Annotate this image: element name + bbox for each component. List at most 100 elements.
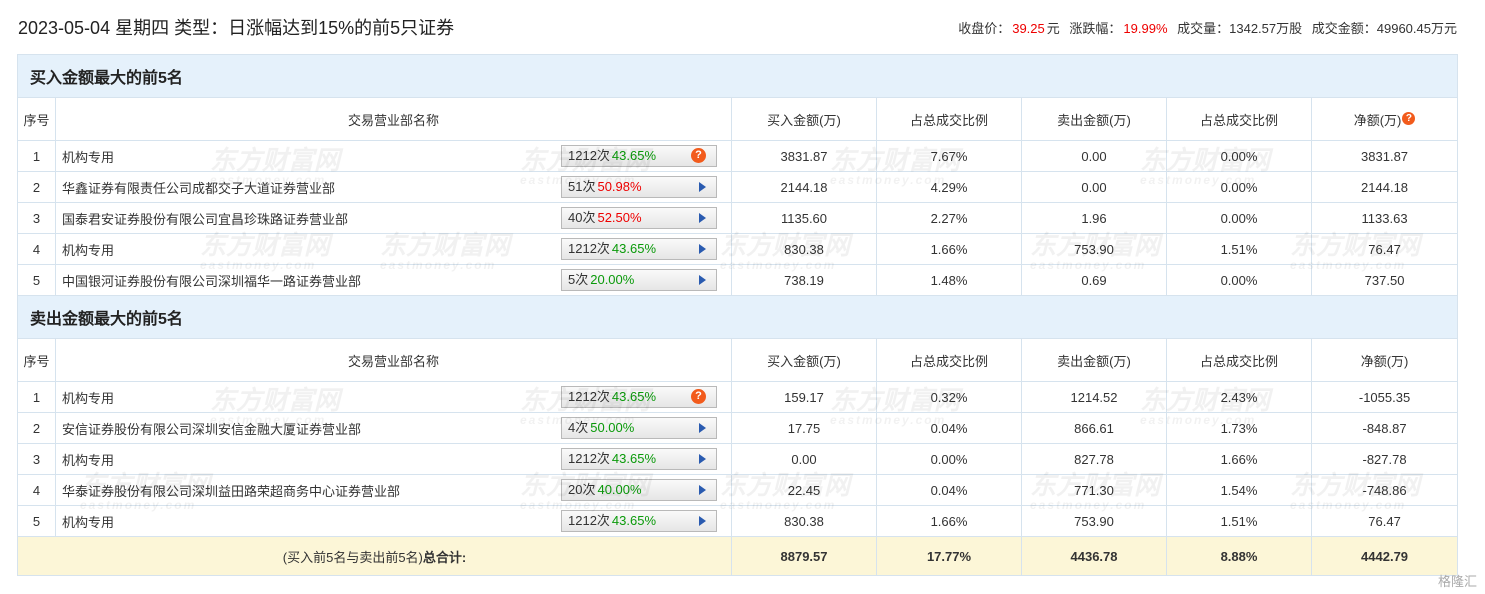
broker-stat-button[interactable]: 1212次 43.65% (561, 510, 717, 532)
help-icon[interactable]: ? (1402, 111, 1416, 125)
broker-name[interactable]: 华鑫证券有限责任公司成都交子大道证券营业部 (62, 178, 335, 197)
sell-ratio: 1.54% (1166, 474, 1312, 506)
change-value: 19.99% (1123, 21, 1168, 36)
net-amount: 76.47 (1310, 233, 1459, 265)
row-index: 5 (17, 505, 56, 537)
sell-amount: 0.00 (1021, 140, 1167, 172)
win-rate: 43.65% (611, 241, 657, 256)
column-header-sell-ratio: 占总成交比例 (1166, 338, 1312, 382)
section-header: 买入金额最大的前5名 (16, 54, 1459, 98)
sell-amount: 753.90 (1021, 233, 1167, 265)
total-sell: 4436.78 (1021, 536, 1167, 576)
play-icon[interactable] (699, 275, 706, 285)
broker-name[interactable]: 安信证券股份有限公司深圳安信金融大厦证券营业部 (62, 419, 361, 438)
buy-ratio: 0.04% (876, 412, 1022, 444)
broker-name[interactable]: 中国银河证券股份有限公司深圳福华一路证券营业部 (62, 271, 361, 290)
close-price-unit: 元 (1046, 21, 1060, 36)
column-header-label: 交易营业部名称 (347, 353, 439, 369)
column-header-row: 序号 交易营业部名称 买入金额(万) 占总成交比例 卖出金额(万) 占总成交比例 净额(万) (17, 338, 1459, 382)
buy-amount: 738.19 (731, 264, 877, 296)
sell-ratio: 0.00% (1166, 140, 1312, 172)
broker-cell: 机构专用 1212次 43.65% (55, 443, 732, 475)
row-index: 5 (17, 264, 56, 296)
sell-amount: 771.30 (1021, 474, 1167, 506)
broker-name[interactable]: 机构专用 (62, 388, 114, 407)
listing-count: 1212次 (568, 513, 610, 528)
net-amount: 3831.87 (1310, 140, 1459, 172)
play-icon[interactable] (699, 454, 706, 464)
buy-amount: 17.75 (731, 412, 877, 444)
question-icon[interactable]: ? (691, 389, 706, 404)
column-header-label: 占总成交比例 (1199, 112, 1278, 128)
broker-stat-button[interactable]: 1212次 43.65% (561, 238, 717, 260)
volume-text: 成交量：1342.57万股 (1177, 21, 1303, 36)
broker-name[interactable]: 机构专用 (62, 512, 114, 531)
total-label-bold: 总合计: (422, 549, 467, 565)
play-icon[interactable] (699, 182, 706, 192)
column-header-net: 净额(万)? (1310, 97, 1459, 141)
broker-stat-button[interactable]: 1212次 43.65%? (561, 145, 717, 167)
column-header-sell: 卖出金额(万) (1021, 97, 1167, 141)
play-icon[interactable] (699, 244, 706, 254)
sell-amount: 0.00 (1021, 171, 1167, 203)
total-net: 4442.79 (1310, 536, 1459, 576)
column-header-label: 卖出金额(万) (1057, 353, 1131, 369)
table-row: 5 机构专用 1212次 43.65% 830.38 1.66% 753.90 1.51% 76… (17, 505, 1459, 537)
broker-stat-button[interactable]: 4次 50.00% (561, 417, 717, 439)
listing-count: 4次 (568, 420, 589, 435)
broker-name[interactable]: 机构专用 (62, 450, 114, 469)
table-row: 2 华鑫证券有限责任公司成都交子大道证券营业部 51次 50.98% 2144.18 4.… (17, 171, 1459, 203)
broker-stat-button[interactable]: 1212次 43.65%? (561, 386, 717, 408)
sell-ratio: 2.43% (1166, 381, 1312, 413)
broker-stat-button[interactable]: 1212次 43.65% (561, 448, 717, 470)
broker-name[interactable]: 国泰君安证券股份有限公司宜昌珍珠路证券营业部 (62, 209, 348, 228)
broker-stat-button[interactable]: 40次 52.50% (561, 207, 717, 229)
column-header-index: 序号 (17, 97, 56, 141)
net-amount: -848.87 (1310, 412, 1459, 444)
broker-cell: 机构专用 1212次 43.65% (55, 233, 732, 265)
column-header-sell: 卖出金额(万) (1021, 338, 1167, 382)
sell-ratio: 0.00% (1166, 171, 1312, 203)
broker-name[interactable]: 华泰证券股份有限公司深圳益田路荣超商务中心证券营业部 (62, 481, 400, 500)
column-header-label: 占总成交比例 (1199, 353, 1278, 369)
net-amount: 737.50 (1310, 264, 1459, 296)
play-icon[interactable] (699, 213, 706, 223)
table-row: 4 华泰证券股份有限公司深圳益田路荣超商务中心证券营业部 20次 40.00% 22.4… (17, 474, 1459, 506)
win-rate: 20.00% (590, 272, 635, 287)
sell-amount: 866.61 (1021, 412, 1167, 444)
play-icon[interactable] (699, 423, 706, 433)
total-row: (买入前5名与卖出前5名)总合计: 8879.57 17.77% 4436.78 8.8… (17, 536, 1459, 576)
row-index: 3 (17, 202, 56, 234)
row-index: 4 (17, 474, 56, 506)
win-rate: 50.98% (597, 179, 642, 194)
turnover-text: 成交金额：49960.45万元 (1311, 21, 1457, 36)
buy-amount: 830.38 (731, 505, 877, 537)
broker-name[interactable]: 机构专用 (62, 240, 114, 259)
column-header-net: 净额(万) (1310, 338, 1459, 382)
broker-stat-button[interactable]: 51次 50.98% (561, 176, 717, 198)
sell-amount: 1214.52 (1021, 381, 1167, 413)
play-icon[interactable] (699, 485, 706, 495)
column-header-label: 买入金额(万) (767, 353, 841, 369)
win-rate: 43.65% (611, 148, 657, 163)
broker-stat-button[interactable]: 20次 40.00% (561, 479, 717, 501)
broker-cell: 中国银河证券股份有限公司深圳福华一路证券营业部 5次 20.00% (55, 264, 732, 296)
broker-cell: 国泰君安证券股份有限公司宜昌珍珠路证券营业部 40次 52.50% (55, 202, 732, 234)
listing-count: 5次 (568, 272, 589, 287)
win-rate: 43.65% (611, 451, 657, 466)
buy-amount: 22.45 (731, 474, 877, 506)
listing-count: 51次 (568, 179, 596, 194)
broker-name[interactable]: 机构专用 (62, 147, 114, 166)
table-body: 买入金额最大的前5名 序号 交易营业部名称 买入金额(万) 占总成交比例 卖出金额(万) 占… (16, 54, 1459, 576)
play-icon[interactable] (699, 516, 706, 526)
broker-cell: 机构专用 1212次 43.65%? (55, 381, 732, 413)
question-icon[interactable]: ? (691, 148, 706, 163)
column-header-label: 占总成交比例 (909, 353, 988, 369)
sell-ratio: 1.51% (1166, 505, 1312, 537)
close-price-value: 39.25 (1012, 21, 1045, 36)
buy-amount: 830.38 (731, 233, 877, 265)
broker-stat-button[interactable]: 5次 20.00% (561, 269, 717, 291)
listing-count: 40次 (568, 210, 596, 225)
sell-ratio: 0.00% (1166, 264, 1312, 296)
total-buy: 8879.57 (731, 536, 877, 576)
